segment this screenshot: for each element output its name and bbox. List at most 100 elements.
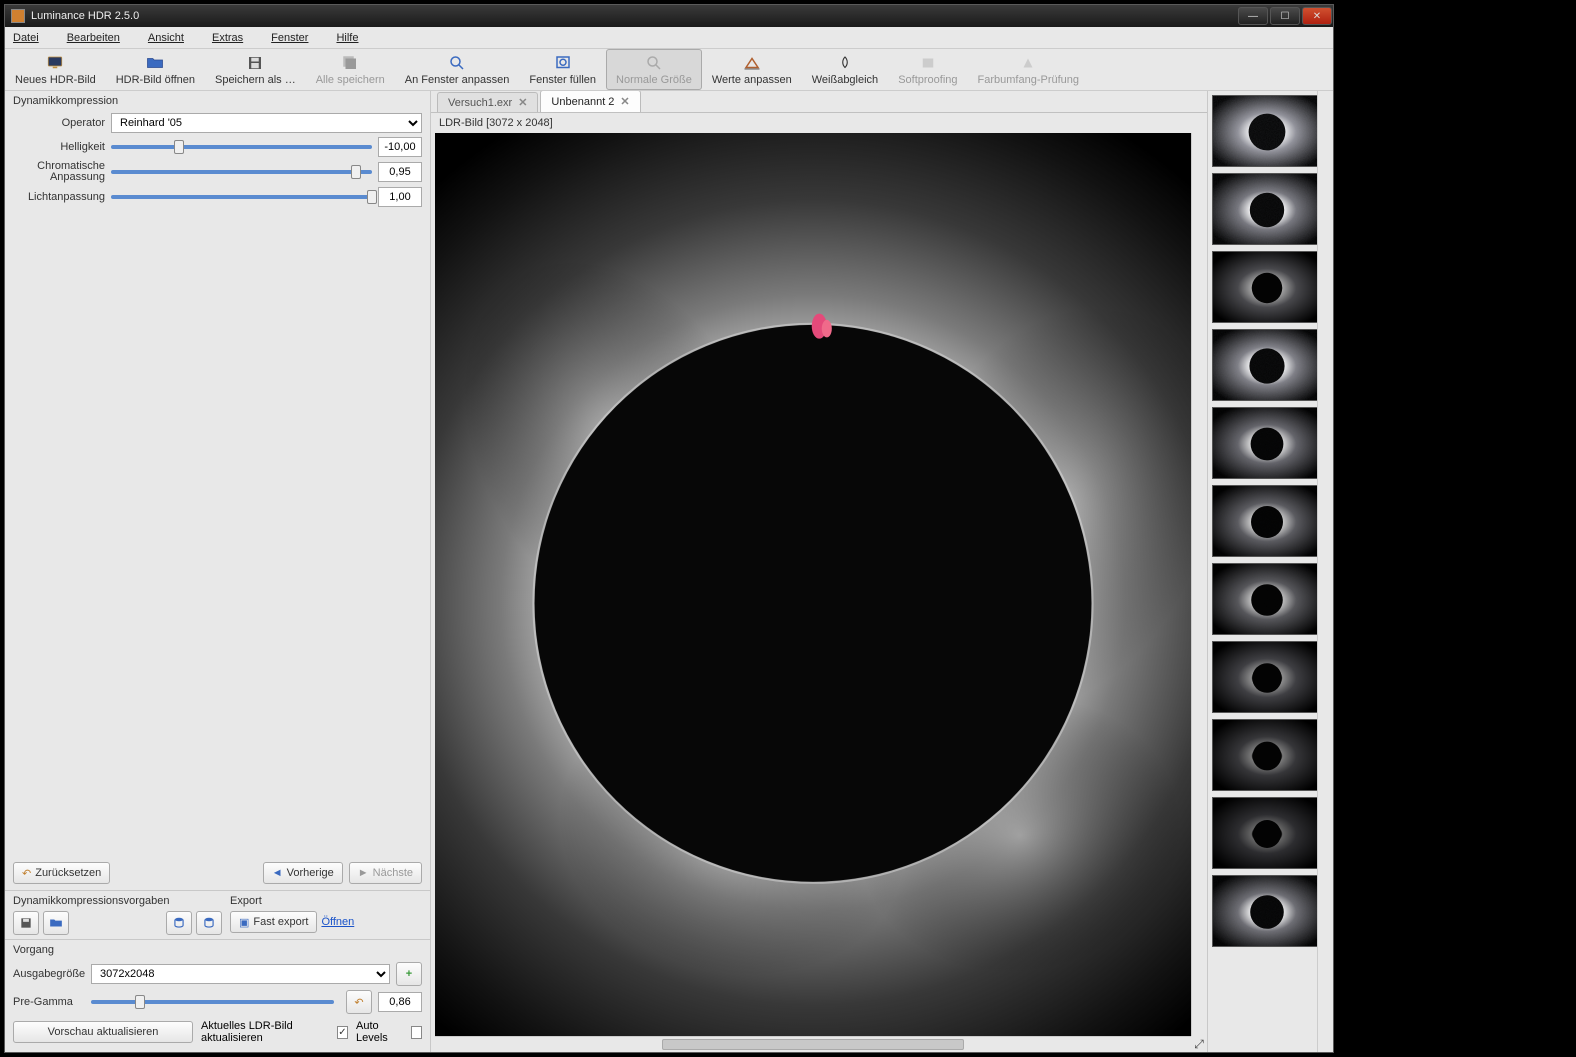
update-ldr-label: Aktuelles LDR-Bild aktualisieren: [201, 1020, 329, 1044]
auto-levels-label: Auto Levels: [356, 1020, 403, 1044]
presets-title: Dynamikkompressionsvorgaben: [13, 895, 222, 907]
thumbnail-panel: [1207, 91, 1333, 1052]
panel-title: Dynamikkompression: [5, 91, 430, 111]
thumbnail-scrollbar[interactable]: [1317, 91, 1333, 1052]
thumbnail-item[interactable]: [1212, 485, 1317, 557]
open-link[interactable]: Öffnen: [321, 916, 354, 928]
thumbnail-item[interactable]: [1212, 563, 1317, 635]
undo-icon: ↶: [354, 996, 363, 1009]
next-button[interactable]: ►Nächste: [349, 862, 422, 884]
pregamma-label: Pre-Gamma: [13, 996, 91, 1008]
update-preview-button[interactable]: Vorschau aktualisieren: [13, 1021, 193, 1043]
size-label: Ausgabegröße: [13, 968, 91, 980]
menu-window[interactable]: Fenster: [271, 32, 322, 44]
monitor-icon: [44, 54, 66, 72]
thumbnail-list[interactable]: [1208, 91, 1317, 1052]
folder-icon: ▣: [239, 916, 249, 929]
tab-unbenannt2[interactable]: Unbenannt 2✕: [540, 91, 640, 112]
tool-new-hdr[interactable]: Neues HDR-Bild: [5, 49, 106, 90]
white-balance-icon: [834, 54, 856, 72]
close-button[interactable]: ✕: [1302, 7, 1332, 25]
toolbar: Neues HDR-Bild HDR-Bild öffnen Speichern…: [5, 49, 1333, 91]
thumbnail-item[interactable]: [1212, 641, 1317, 713]
fit-corner-icon[interactable]: ⤢: [1191, 1036, 1207, 1052]
process-title: Vorgang: [13, 944, 422, 956]
menu-view[interactable]: Ansicht: [148, 32, 198, 44]
thumbnail-item[interactable]: [1212, 173, 1317, 245]
tool-gamut: Farbumfang-Prüfung: [968, 49, 1090, 90]
levels-icon: [741, 54, 763, 72]
zoom-actual-icon: [643, 54, 665, 72]
window-title: Luminance HDR 2.5.0: [31, 10, 139, 22]
thumbnail-item[interactable]: [1212, 407, 1317, 479]
tool-fit-window[interactable]: An Fenster anpassen: [395, 49, 520, 90]
preset-db-button[interactable]: [166, 911, 192, 935]
save-icon: [244, 54, 266, 72]
brightness-input[interactable]: [378, 137, 422, 157]
thumbnail-item[interactable]: [1212, 797, 1317, 869]
size-add-button[interactable]: +: [396, 962, 422, 986]
chroma-input[interactable]: [378, 162, 422, 182]
thumbnail-item[interactable]: [1212, 719, 1317, 791]
brightness-slider[interactable]: [111, 140, 372, 154]
thumbnail-item[interactable]: [1212, 251, 1317, 323]
tool-fill-window[interactable]: Fenster füllen: [519, 49, 606, 90]
brightness-label: Helligkeit: [13, 141, 111, 153]
save-all-icon: [339, 54, 361, 72]
arrow-right-icon: ►: [358, 867, 369, 879]
size-select[interactable]: 3072x2048: [91, 964, 390, 984]
tool-open-hdr[interactable]: HDR-Bild öffnen: [106, 49, 205, 90]
preset-open-button[interactable]: [43, 911, 69, 935]
titlebar[interactable]: Luminance HDR 2.5.0 — ☐ ✕: [5, 5, 1333, 27]
app-icon: [11, 9, 25, 23]
softproof-icon: [917, 54, 939, 72]
horizontal-scrollbar[interactable]: [435, 1036, 1191, 1052]
tool-softproof: Softproofing: [888, 49, 967, 90]
preset-db2-button[interactable]: [196, 911, 222, 935]
gamut-icon: [1017, 54, 1039, 72]
tool-save-as[interactable]: Speichern als …: [205, 49, 306, 90]
maximize-button[interactable]: ☐: [1270, 7, 1300, 25]
thumbnail-item[interactable]: [1212, 875, 1317, 947]
light-slider[interactable]: [111, 190, 372, 204]
menu-extras[interactable]: Extras: [212, 32, 257, 44]
fast-export-button[interactable]: ▣Fast export: [230, 911, 317, 933]
chroma-label: Chromatische Anpassung: [13, 161, 111, 183]
light-label: Lichtanpassung: [13, 191, 111, 203]
tool-adjust-levels[interactable]: Werte anpassen: [702, 49, 802, 90]
chroma-slider[interactable]: [111, 165, 372, 179]
operator-select[interactable]: Reinhard '05: [111, 113, 422, 133]
preset-save-button[interactable]: [13, 911, 39, 935]
tab-versuch1[interactable]: Versuch1.exr✕: [437, 92, 538, 112]
vertical-scrollbar[interactable]: [1191, 133, 1207, 1036]
update-ldr-checkbox[interactable]: [337, 1026, 348, 1039]
menubar: Datei Bearbeiten Ansicht Extras Fenster …: [5, 27, 1333, 49]
thumbnail-item[interactable]: [1212, 329, 1317, 401]
close-icon[interactable]: ✕: [620, 95, 629, 108]
eclipse-image: [435, 133, 1191, 1036]
content-area: Dynamikkompression Operator Reinhard '05…: [5, 91, 1333, 1052]
thumbnail-item[interactable]: [1212, 95, 1317, 167]
pregamma-input[interactable]: [378, 992, 422, 1012]
minimize-button[interactable]: —: [1238, 7, 1268, 25]
tool-white-balance[interactable]: Weißabgleich: [802, 49, 888, 90]
tonemapping-panel: Dynamikkompression Operator Reinhard '05…: [5, 91, 431, 1052]
auto-levels-checkbox[interactable]: [411, 1026, 422, 1039]
menu-file[interactable]: Datei: [13, 32, 53, 44]
image-canvas[interactable]: [435, 133, 1191, 1036]
tool-normal-size[interactable]: Normale Größe: [606, 49, 702, 90]
center-area: Versuch1.exr✕ Unbenannt 2✕ LDR-Bild [307…: [431, 91, 1207, 1052]
pregamma-reset-button[interactable]: ↶: [346, 990, 372, 1014]
pregamma-slider[interactable]: [91, 995, 334, 1009]
image-info-label: LDR-Bild [3072 x 2048]: [431, 113, 1207, 133]
tabs: Versuch1.exr✕ Unbenannt 2✕: [431, 91, 1207, 113]
menu-edit[interactable]: Bearbeiten: [67, 32, 134, 44]
close-icon[interactable]: ✕: [518, 96, 527, 109]
light-input[interactable]: [378, 187, 422, 207]
zoom-fit-icon: [446, 54, 468, 72]
prev-button[interactable]: ◄Vorherige: [263, 862, 343, 884]
app-window: Luminance HDR 2.5.0 — ☐ ✕ Datei Bearbeit…: [4, 4, 1334, 1053]
canvas-wrap: ⤢: [431, 133, 1207, 1052]
menu-help[interactable]: Hilfe: [336, 32, 372, 44]
reset-button[interactable]: ↶Zurücksetzen: [13, 862, 110, 884]
